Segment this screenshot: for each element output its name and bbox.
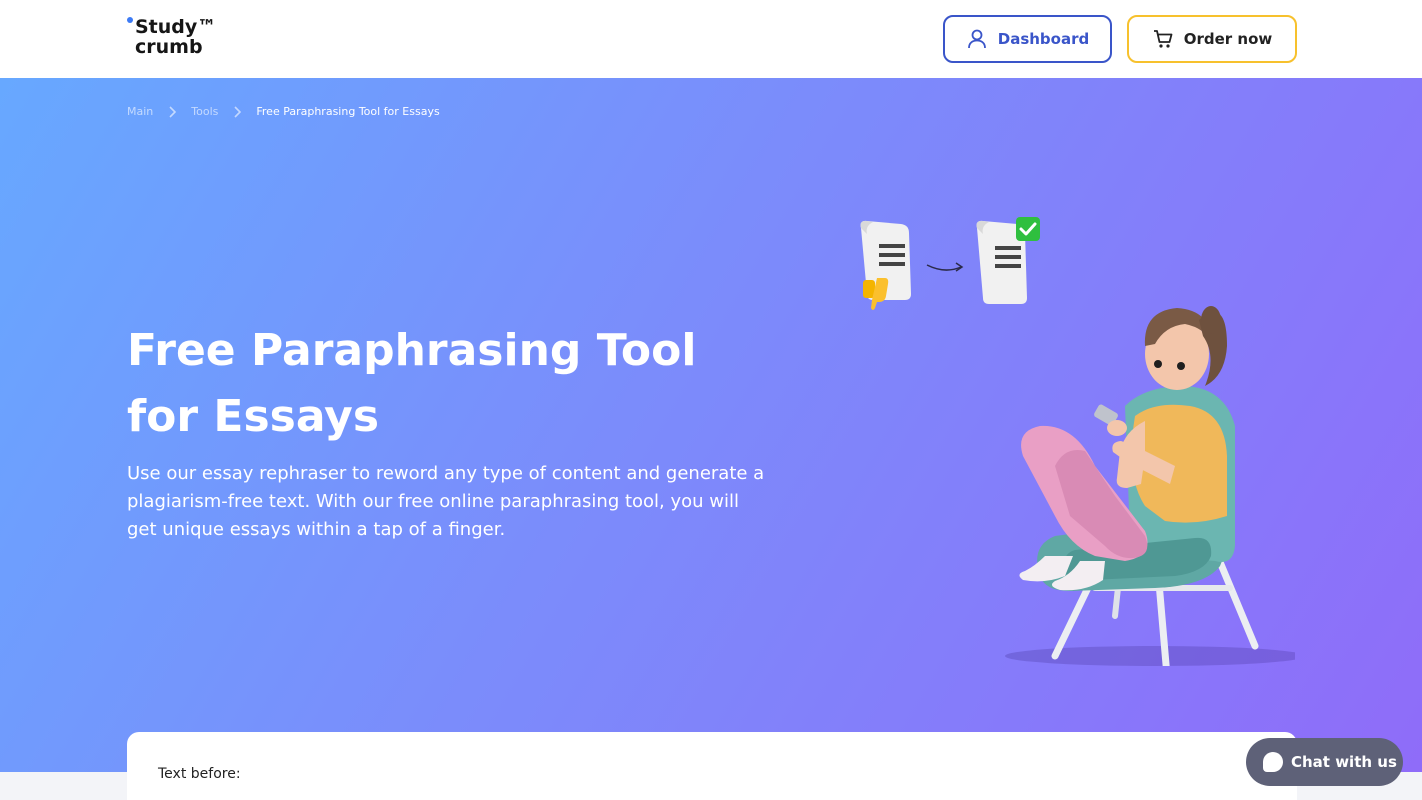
text-before-label: Text before:: [158, 766, 241, 782]
paraphrase-tool-card: Text before:: [127, 732, 1297, 800]
arrow-icon: [926, 264, 962, 271]
dashboard-button[interactable]: Dashboard: [943, 15, 1112, 63]
site-header: Study™ crumb Dashboard Order now: [0, 0, 1422, 78]
logo-dot: [127, 17, 133, 23]
chat-label: Chat with us: [1291, 753, 1397, 771]
chevron-right-icon: [169, 105, 177, 118]
user-icon: [967, 29, 986, 49]
logo-line-2: crumb: [135, 36, 203, 58]
breadcrumb-current: Free Paraphrasing Tool for Essays: [256, 105, 440, 118]
chevron-right-icon: [234, 105, 242, 118]
dashboard-label: Dashboard: [997, 30, 1090, 48]
hero-section: Main Tools Free Paraphrasing Tool for Es…: [0, 78, 1422, 772]
breadcrumb: Main Tools Free Paraphrasing Tool for Es…: [127, 105, 440, 118]
logo-line-1: Study™: [135, 16, 217, 38]
order-now-button[interactable]: Order now: [1127, 15, 1297, 63]
breadcrumb-tools[interactable]: Tools: [191, 105, 218, 118]
hero-illustration: [860, 217, 1295, 666]
logo[interactable]: Study™ crumb: [127, 16, 227, 60]
hero-description: Use our essay rephraser to reword any ty…: [127, 463, 765, 540]
chat-bubble-icon: [1263, 752, 1283, 772]
order-now-label: Order now: [1183, 30, 1273, 48]
chat-with-us-button[interactable]: Chat with us: [1246, 738, 1403, 786]
breadcrumb-main[interactable]: Main: [127, 105, 153, 118]
page-title: Free Paraphrasing Tool for Essays: [127, 325, 697, 442]
cart-icon: [1153, 30, 1173, 48]
